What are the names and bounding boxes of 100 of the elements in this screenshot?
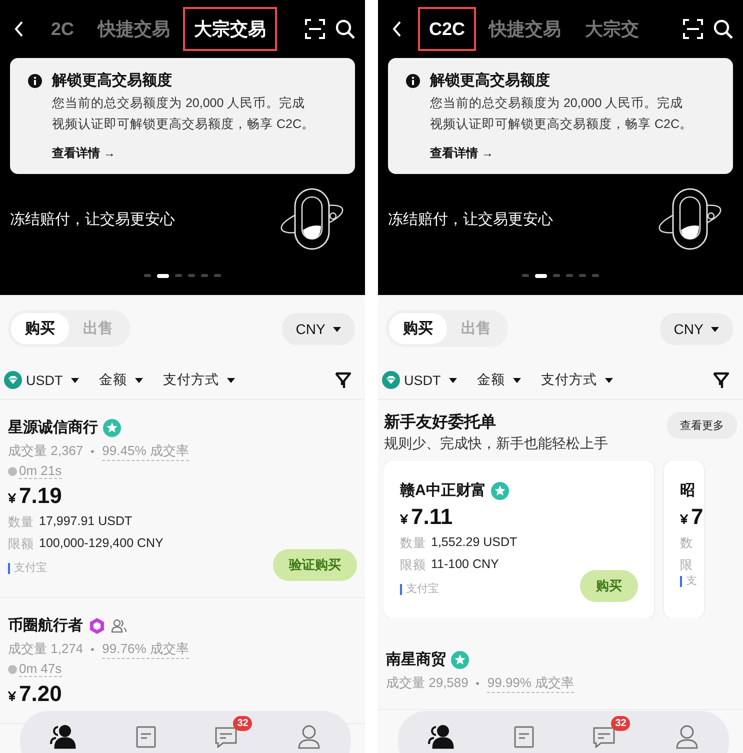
info-icon	[28, 74, 42, 88]
more-button[interactable]: 查看更多	[667, 412, 737, 439]
detail-value: 17,997.91 USDT	[39, 514, 132, 530]
orders-nav-icon[interactable]	[136, 726, 156, 748]
filter-dropdown[interactable]: 金额	[476, 371, 521, 389]
clock-icon	[8, 466, 17, 476]
caret-icon	[70, 378, 79, 382]
caret-icon	[604, 378, 613, 382]
detail-label: 限	[680, 557, 693, 574]
notice-text: 您当前的总交易额度为 20,000 人民币。完成	[430, 95, 684, 112]
scan-icon[interactable]	[305, 19, 325, 39]
merchant-name: 昭	[680, 481, 695, 500]
detail-label: 限额	[400, 557, 426, 574]
price: 7.11	[411, 504, 453, 530]
separator-dot	[91, 450, 94, 453]
detail-label: 数量	[8, 514, 34, 531]
filter-icon[interactable]	[713, 372, 729, 388]
payment-method: 支付宝	[400, 584, 439, 594]
profile-nav-icon[interactable]	[297, 725, 322, 749]
pay-time: 0m 47s	[19, 661, 62, 677]
hexagon-badge-icon	[88, 616, 106, 634]
banner-text: 冻结赔付，让交易更安心	[10, 210, 175, 228]
completion-rate: 99.45% 成交率	[102, 442, 189, 461]
banner-text: 冻结赔付，让交易更安心	[388, 210, 553, 228]
price: 7.20	[19, 681, 62, 707]
buy-button[interactable]: 购买	[580, 570, 638, 602]
search-icon[interactable]	[335, 19, 355, 39]
back-icon[interactable]	[392, 21, 402, 37]
caret-icon	[448, 378, 457, 382]
tab[interactable]: 大宗交易	[183, 7, 278, 51]
count-badge: 32	[233, 716, 252, 730]
notice-text: 您当前的总交易额度为 20,000 人民币。完成	[52, 95, 306, 112]
filter-dropdown[interactable]: 支付方式	[162, 371, 235, 389]
yen-icon	[8, 492, 16, 502]
buy-button[interactable]: 验证购买	[273, 549, 357, 581]
caret-icon	[333, 327, 341, 332]
tab[interactable]: 快捷交易	[87, 7, 182, 51]
yen-icon	[400, 514, 408, 524]
notice-title: 解锁更高交易额度	[52, 71, 173, 90]
merchant-name: 星源诚信商行	[8, 418, 98, 437]
filter-dropdown[interactable]: 支付方式	[540, 371, 613, 389]
back-icon[interactable]	[14, 21, 24, 37]
filter-dropdown[interactable]: USDT	[382, 371, 457, 389]
details-link[interactable]: 查看详情 →	[430, 145, 692, 162]
yen-icon	[680, 514, 688, 524]
chat-nav-icon[interactable]	[593, 726, 616, 748]
yen-icon	[8, 690, 16, 700]
caret-icon	[134, 378, 143, 382]
details-link[interactable]: 查看详情 →	[52, 145, 314, 162]
count-badge: 32	[611, 716, 630, 730]
detail-value: 1,552.29 USDT	[431, 535, 518, 551]
offer-card[interactable]: 赣A中正财富 7.11 数量 1,552.29 USDT 限额 11-100 CNY 支付宝 购买	[384, 461, 654, 618]
pay-time: 0m 21s	[19, 463, 62, 479]
merchant-name: 赣A中正财富	[400, 481, 486, 500]
payment-method: 支	[680, 576, 697, 587]
trade-count: 成交量 2,367	[8, 442, 84, 460]
chat-nav-icon[interactable]	[215, 726, 238, 748]
info-icon	[406, 74, 420, 88]
clock-icon	[8, 664, 17, 674]
side-tab[interactable]: 购买	[389, 313, 447, 344]
trade-count: 成交量 1,274	[8, 640, 84, 658]
currency-dropdown[interactable]: CNY	[660, 312, 733, 344]
tab[interactable]: 2C	[40, 7, 86, 51]
filter-dropdown[interactable]: USDT	[4, 371, 79, 389]
section-title: 新手友好委托单	[384, 412, 497, 433]
caret-icon	[512, 378, 521, 382]
price: 7.19	[19, 483, 62, 509]
completion-rate: 99.76% 成交率	[102, 640, 189, 659]
orders-nav-icon[interactable]	[514, 726, 534, 748]
completion-rate: 99.99% 成交率	[487, 674, 574, 693]
detail-value: 11-100 CNY	[431, 557, 499, 573]
people-nav-icon[interactable]	[428, 725, 454, 749]
star-badge-icon	[451, 650, 469, 668]
side-tab[interactable]: 购买	[11, 313, 69, 344]
separator-dot	[91, 648, 94, 651]
people-nav-icon[interactable]	[50, 725, 76, 749]
merchant-name: 南星商贸	[386, 650, 446, 669]
filter-icon[interactable]	[335, 372, 351, 388]
tab[interactable]: 大宗交	[574, 7, 650, 51]
separator-dot	[476, 682, 480, 685]
token-icon	[382, 371, 400, 389]
notice-title: 解锁更高交易额度	[430, 71, 551, 90]
detail-label: 限额	[8, 536, 34, 553]
caret-icon	[226, 378, 235, 382]
filter-dropdown[interactable]: 金额	[98, 371, 143, 389]
offer-card[interactable]: 昭 7 数 限 支	[664, 461, 704, 618]
detail-label: 数量	[400, 535, 426, 552]
trade-count: 成交量 29,589	[386, 674, 468, 692]
search-icon[interactable]	[713, 19, 733, 39]
profile-nav-icon[interactable]	[675, 725, 700, 749]
token-icon	[4, 371, 22, 389]
people-icon	[111, 618, 127, 632]
tab[interactable]: C2C	[418, 7, 476, 51]
notice-text: 视频认证即可解锁更高交易额度，畅享 C2C。	[430, 116, 692, 133]
star-badge-icon	[103, 418, 121, 436]
scan-icon[interactable]	[683, 19, 703, 39]
price: 7	[691, 504, 704, 530]
currency-dropdown[interactable]: CNY	[282, 312, 355, 344]
tab[interactable]: 快捷交易	[478, 7, 572, 51]
section-subtitle: 规则少、完成快，新手也能轻松上手	[384, 435, 608, 453]
